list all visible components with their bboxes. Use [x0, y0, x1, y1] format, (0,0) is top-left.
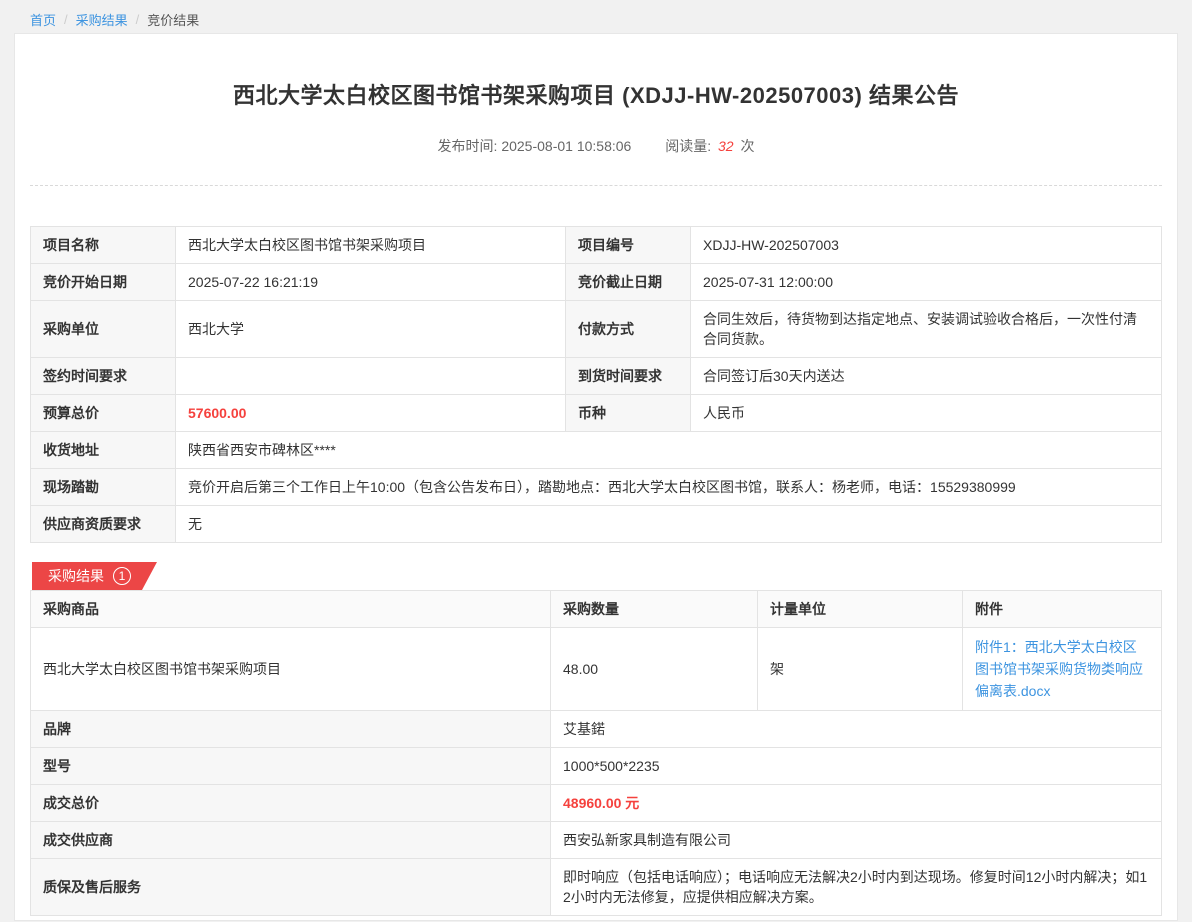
info-row-purchaser-payment: 采购单位 西北大学 付款方式 合同生效后，待货物到达指定地点、安装调试验收合格后… [31, 301, 1162, 358]
result-header-product: 采购商品 [31, 591, 551, 628]
info-label-bid-end: 竞价截止日期 [566, 264, 691, 301]
detail-row-model: 型号 1000*500*2235 [31, 748, 1162, 785]
view-count: 阅读量: 32 次 [665, 138, 754, 154]
info-label-delivery-time: 到货时间要求 [566, 358, 691, 395]
view-count-unit: 次 [740, 138, 754, 154]
info-label-qualification: 供应商资质要求 [31, 506, 176, 543]
info-value-qualification: 无 [176, 506, 1162, 543]
detail-value-deal-price: 48960.00 元 [551, 785, 1162, 822]
announcement-card: 西北大学太白校区图书馆书架采购项目 (XDJJ-HW-202507003) 结果… [14, 33, 1178, 921]
result-product-attachment-cell: 附件1：西北大学太白校区图书馆书架采购货物类响应偏离表.docx [963, 628, 1162, 711]
info-label-project-name: 项目名称 [31, 227, 176, 264]
info-value-bid-end: 2025-07-31 12:00:00 [691, 264, 1162, 301]
detail-label-model: 型号 [31, 748, 551, 785]
ribbon-count-badge: 1 [113, 567, 131, 585]
purchase-result-table: 采购商品 采购数量 计量单位 附件 西北大学太白校区图书馆书架采购项目 48.0… [30, 590, 1162, 916]
info-value-site-visit: 竞价开启后第三个工作日上午10:00（包含公告发布日），踏勘地点：西北大学太白校… [176, 469, 1162, 506]
publish-meta: 发布时间: 2025-08-01 10:58:06 阅读量: 32 次 [30, 136, 1162, 156]
info-label-budget: 预算总价 [31, 395, 176, 432]
detail-row-brand: 品牌 艾基鍩 [31, 711, 1162, 748]
detail-row-deal-price: 成交总价 48960.00 元 [31, 785, 1162, 822]
breadcrumb-link-home[interactable]: 首页 [30, 10, 56, 29]
breadcrumb-separator: / [136, 12, 140, 27]
result-header-row: 采购商品 采购数量 计量单位 附件 [31, 591, 1162, 628]
view-count-value: 32 [718, 138, 734, 154]
page-title: 西北大学太白校区图书馆书架采购项目 (XDJJ-HW-202507003) 结果… [30, 78, 1162, 110]
result-product-name: 西北大学太白校区图书馆书架采购项目 [31, 628, 551, 711]
breadcrumb: 首页 / 采购结果 / 竞价结果 [0, 0, 1192, 29]
publish-time: 发布时间: 2025-08-01 10:58:06 [438, 138, 636, 154]
info-value-budget: 57600.00 [176, 395, 566, 432]
info-value-address: 陕西省西安市碑林区**** [176, 432, 1162, 469]
info-row-bid-dates: 竞价开始日期 2025-07-22 16:21:19 竞价截止日期 2025-0… [31, 264, 1162, 301]
purchase-result-ribbon: 采购结果 1 [32, 562, 157, 590]
detail-value-model: 1000*500*2235 [551, 748, 1162, 785]
info-row-budget-currency: 预算总价 57600.00 币种 人民币 [31, 395, 1162, 432]
info-value-purchaser: 西北大学 [176, 301, 566, 358]
info-label-site-visit: 现场踏勘 [31, 469, 176, 506]
info-label-purchaser: 采购单位 [31, 301, 176, 358]
dashed-divider [30, 185, 1162, 186]
publish-time-value: 2025-08-01 10:58:06 [501, 138, 631, 154]
info-value-project-code: XDJJ-HW-202507003 [691, 227, 1162, 264]
detail-value-supplier: 西安弘新家具制造有限公司 [551, 822, 1162, 859]
result-product-quantity: 48.00 [551, 628, 758, 711]
info-label-project-code: 项目编号 [566, 227, 691, 264]
info-row-qualification: 供应商资质要求 无 [31, 506, 1162, 543]
info-value-currency: 人民币 [691, 395, 1162, 432]
page: 首页 / 采购结果 / 竞价结果 西北大学太白校区图书馆书架采购项目 (XDJJ… [0, 0, 1192, 922]
purchase-result-section: 采购结果 1 采购商品 采购数量 计量单位 附件 西北大学太白校区图书馆书架采购… [30, 562, 1162, 916]
info-value-delivery-time: 合同签订后30天内送达 [691, 358, 1162, 395]
result-header-attachment: 附件 [963, 591, 1162, 628]
attachment-link[interactable]: 附件1：西北大学太白校区图书馆书架采购货物类响应偏离表.docx [975, 636, 1149, 702]
detail-label-deal-price: 成交总价 [31, 785, 551, 822]
detail-value-warranty: 即时响应（包括电话响应）；电话响应无法解决2小时内到达现场。修复时间12小时内解… [551, 859, 1162, 916]
info-value-bid-start: 2025-07-22 16:21:19 [176, 264, 566, 301]
info-label-bid-start: 竞价开始日期 [31, 264, 176, 301]
detail-row-warranty: 质保及售后服务 即时响应（包括电话响应）；电话响应无法解决2小时内到达现场。修复… [31, 859, 1162, 916]
info-label-sign-time: 签约时间要求 [31, 358, 176, 395]
breadcrumb-link-purchase-results[interactable]: 采购结果 [76, 10, 128, 29]
result-header-quantity: 采购数量 [551, 591, 758, 628]
info-row-address: 收货地址 陕西省西安市碑林区**** [31, 432, 1162, 469]
info-row-project-name-code: 项目名称 西北大学太白校区图书馆书架采购项目 项目编号 XDJJ-HW-2025… [31, 227, 1162, 264]
breadcrumb-current: 竞价结果 [147, 10, 199, 29]
info-row-site-visit: 现场踏勘 竞价开启后第三个工作日上午10:00（包含公告发布日），踏勘地点：西北… [31, 469, 1162, 506]
info-value-project-name: 西北大学太白校区图书馆书架采购项目 [176, 227, 566, 264]
detail-value-brand: 艾基鍩 [551, 711, 1162, 748]
view-count-label: 阅读量: [665, 138, 711, 154]
project-info-table: 项目名称 西北大学太白校区图书馆书架采购项目 项目编号 XDJJ-HW-2025… [30, 226, 1162, 543]
info-value-payment: 合同生效后，待货物到达指定地点、安装调试验收合格后，一次性付清合同货款。 [691, 301, 1162, 358]
detail-row-supplier: 成交供应商 西安弘新家具制造有限公司 [31, 822, 1162, 859]
info-label-currency: 币种 [566, 395, 691, 432]
breadcrumb-separator: / [64, 12, 68, 27]
info-label-address: 收货地址 [31, 432, 176, 469]
publish-time-label: 发布时间: [438, 138, 498, 154]
info-value-sign-time [176, 358, 566, 395]
result-product-unit: 架 [758, 628, 963, 711]
ribbon-label: 采购结果 [48, 566, 104, 586]
info-row-sign-delivery: 签约时间要求 到货时间要求 合同签订后30天内送达 [31, 358, 1162, 395]
detail-label-warranty: 质保及售后服务 [31, 859, 551, 916]
result-header-unit: 计量单位 [758, 591, 963, 628]
info-label-payment: 付款方式 [566, 301, 691, 358]
detail-label-brand: 品牌 [31, 711, 551, 748]
detail-label-supplier: 成交供应商 [31, 822, 551, 859]
result-product-row: 西北大学太白校区图书馆书架采购项目 48.00 架 附件1：西北大学太白校区图书… [31, 628, 1162, 711]
